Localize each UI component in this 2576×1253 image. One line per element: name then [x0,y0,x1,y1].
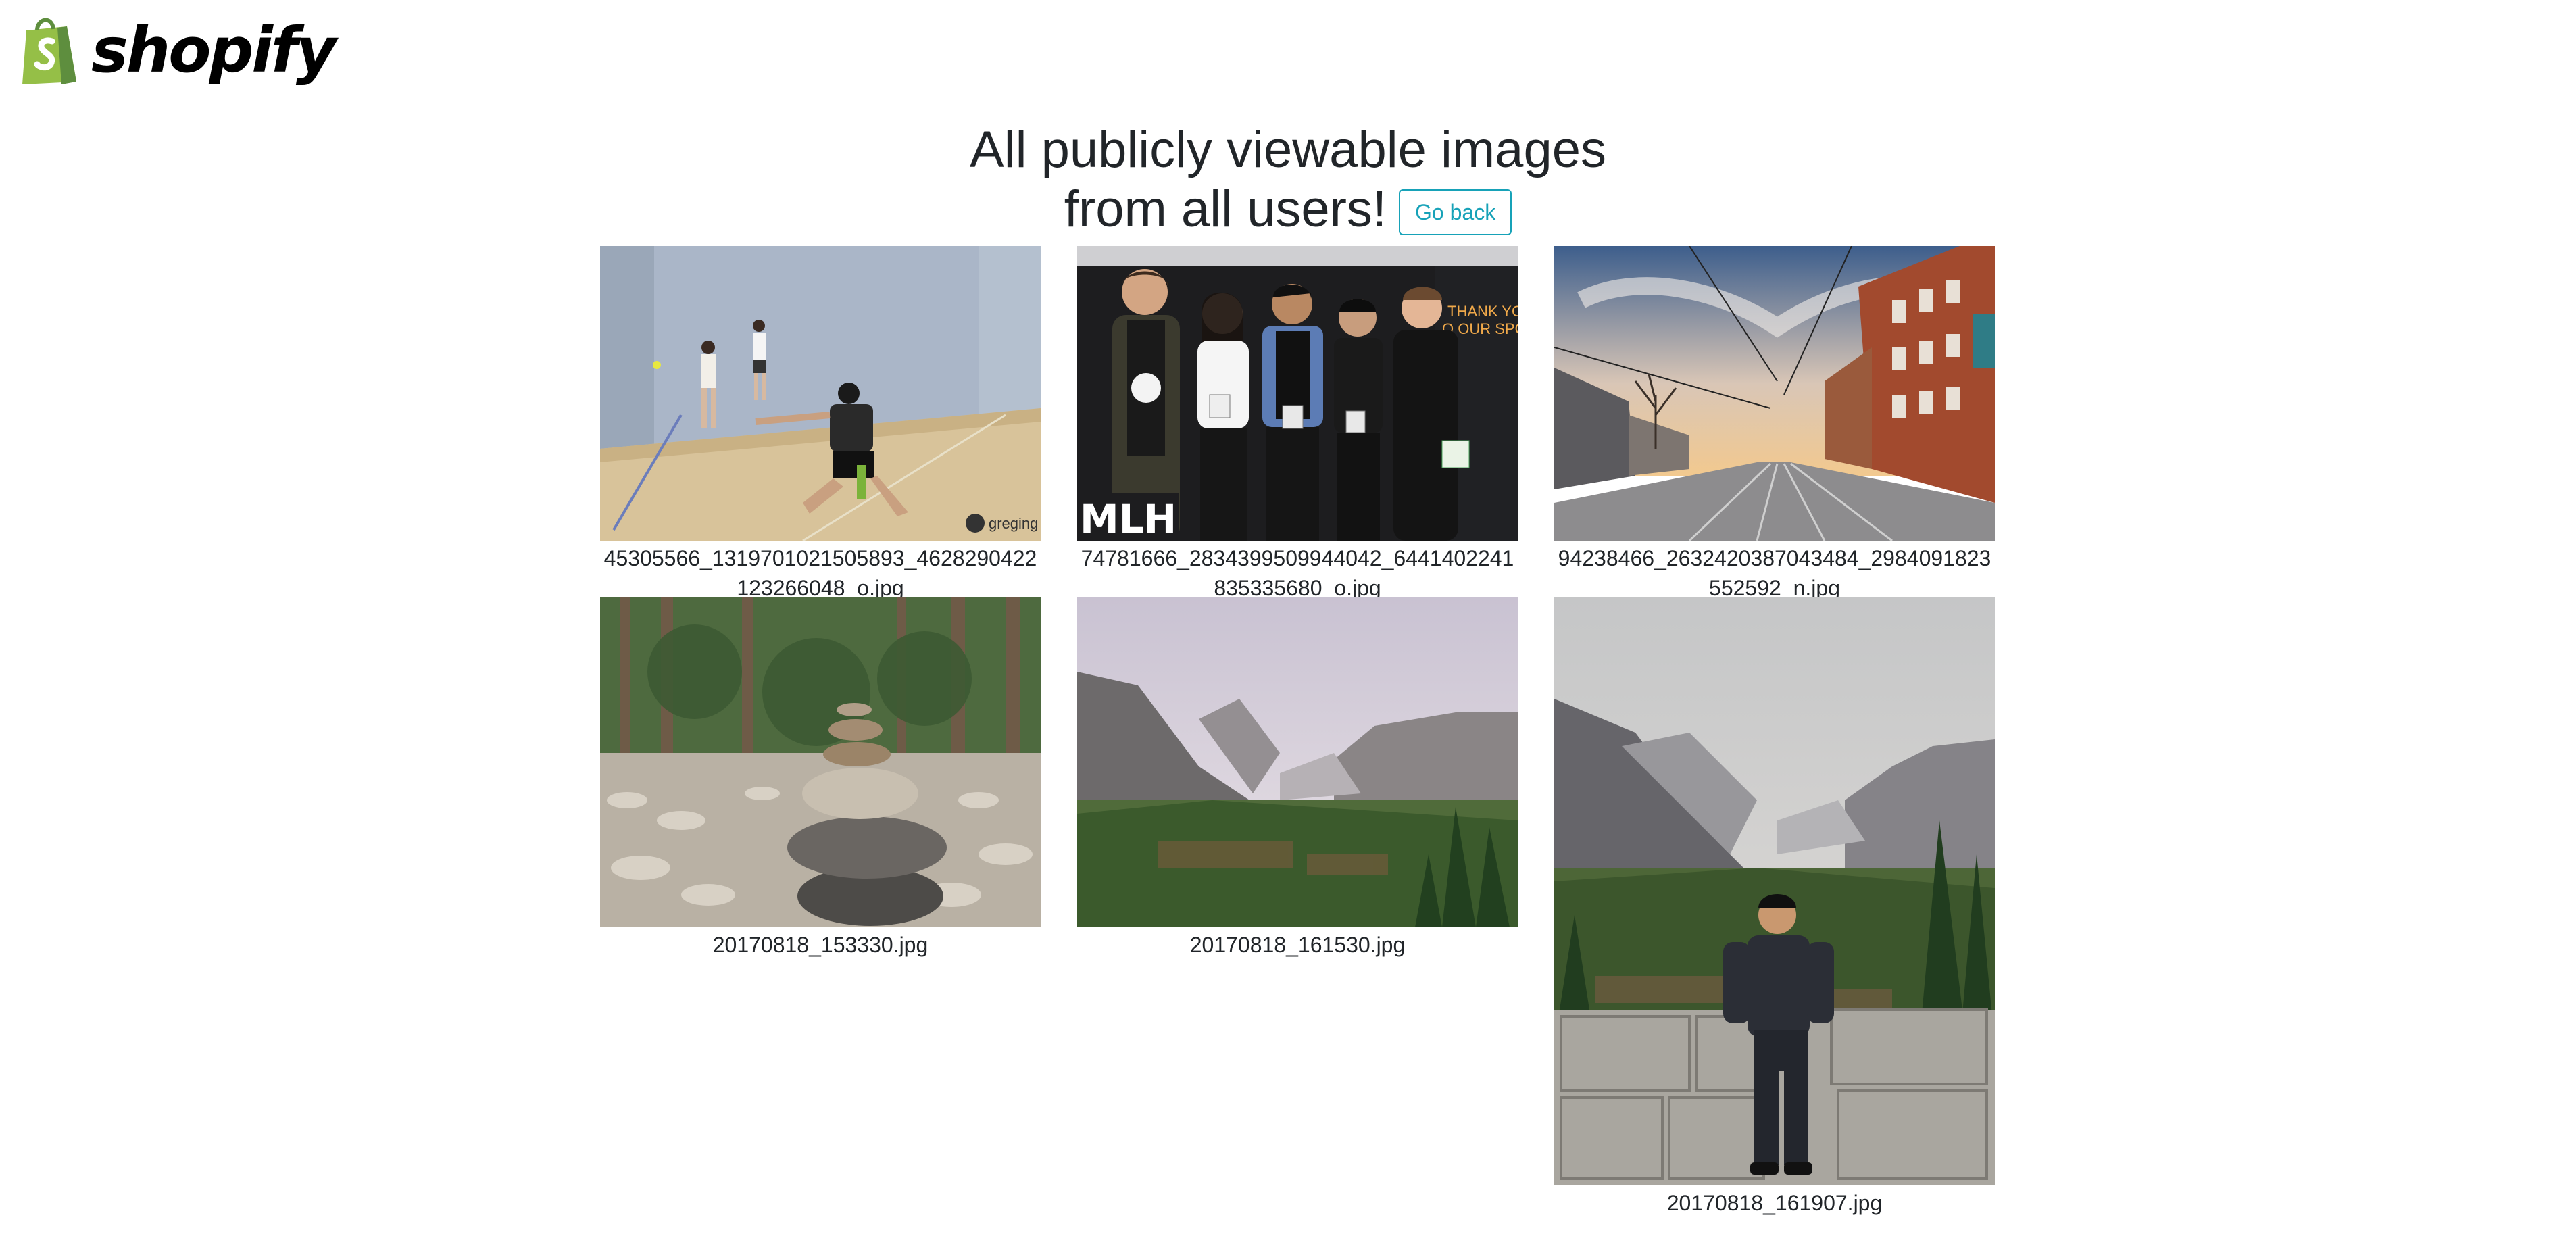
valley-landscape-photo[interactable] [1077,597,1518,927]
shopify-logo[interactable]: shopify [17,14,337,88]
image-card[interactable]: greging 45305566_1319701021505893_462829… [600,246,1041,603]
group-photo-mlh[interactable]: THANK YOU O OUR SPONSO [1077,246,1518,541]
svg-text:THANK YOU: THANK YOU [1447,303,1518,320]
image-card[interactable]: 20170818_161530.jpg [1077,597,1518,960]
page-title-line1: All publicly viewable images [970,121,1606,178]
page-title-line2-row: from all users! Go back [1064,180,1512,239]
image-caption[interactable]: 94238466_2632420387043484_29840918235525… [1554,541,1995,603]
image-caption[interactable]: 74781666_2834399509944042_64414022418353… [1077,541,1518,603]
stacked-rocks-photo[interactable] [600,597,1041,927]
badminton-photo[interactable]: greging [600,246,1041,541]
brand-name: shopify [91,14,337,87]
go-back-button[interactable]: Go back [1399,189,1512,235]
page-title: All publicly viewable images from all us… [0,120,2576,239]
image-card[interactable]: 94238466_2632420387043484_29840918235525… [1554,246,1995,603]
image-card[interactable]: 20170818_153330.jpg [600,597,1041,960]
image-caption[interactable]: 20170818_153330.jpg [600,927,1041,960]
mlh-label: MLH [1080,496,1176,541]
image-caption[interactable]: 20170818_161907.jpg [1554,1185,1995,1218]
city-street-photo[interactable] [1554,246,1995,541]
image-caption[interactable]: 20170818_161530.jpg [1077,927,1518,960]
image-caption[interactable]: 45305566_1319701021505893_46282904221232… [600,541,1041,603]
page-title-line2: from all users! [1064,180,1387,238]
shopify-bag-icon [17,14,82,87]
svg-text:greging: greging [989,515,1038,532]
person-at-valley-photo[interactable] [1554,597,1995,1185]
image-card[interactable]: 20170818_161907.jpg [1554,597,1995,1218]
image-card[interactable]: THANK YOU O OUR SPONSO [1077,246,1518,603]
